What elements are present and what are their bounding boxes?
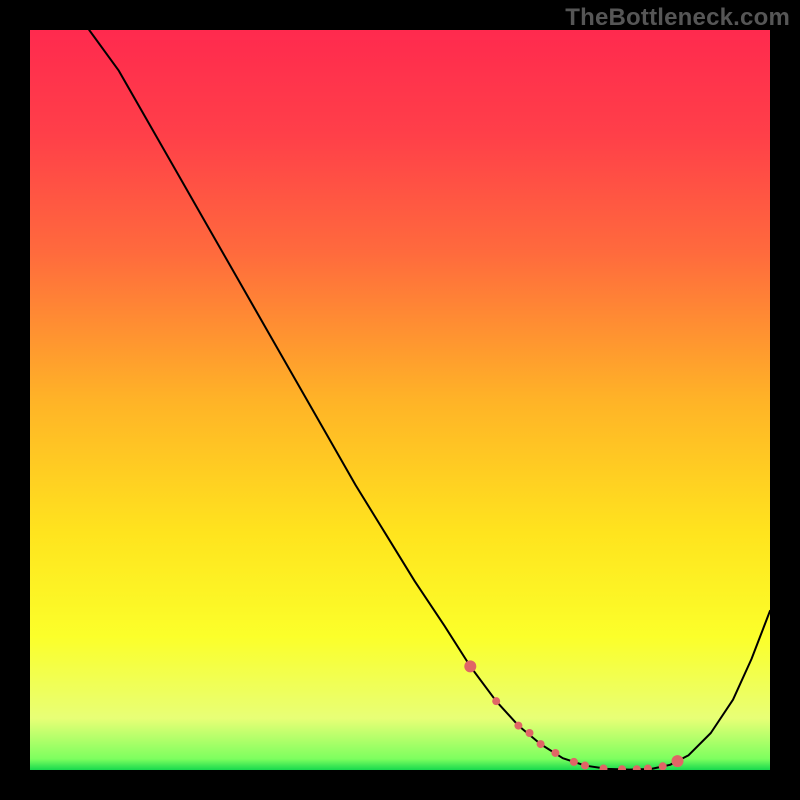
chart-frame: TheBottleneck.com (0, 0, 800, 800)
watermark-text: TheBottleneck.com (565, 4, 790, 32)
marker-dot (551, 749, 559, 757)
marker-dot (514, 722, 522, 730)
marker-dot (570, 758, 578, 766)
plot-svg (30, 30, 770, 770)
marker-dot (526, 729, 534, 737)
marker-dot (672, 755, 684, 767)
marker-dot (464, 660, 476, 672)
gradient-background (30, 30, 770, 770)
marker-dot (492, 697, 500, 705)
marker-dot (581, 762, 589, 770)
marker-dot (659, 762, 667, 770)
plot-area (30, 30, 770, 770)
marker-dot (537, 740, 545, 748)
